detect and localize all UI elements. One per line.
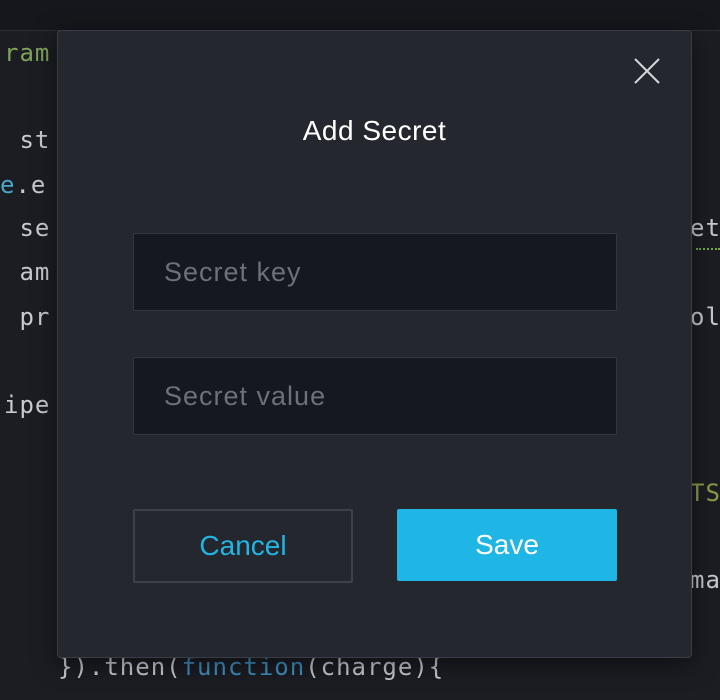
close-icon [634, 58, 660, 84]
code-fragment: e.e [0, 170, 46, 200]
save-button[interactable]: Save [397, 509, 617, 581]
code-fragment: et [690, 214, 720, 242]
editor-topbar [0, 0, 720, 31]
code-fragment: st [4, 126, 51, 154]
lint-warning-squiggle [696, 242, 720, 250]
code-fragment: pr [4, 303, 51, 331]
code-fragment: ipe [4, 391, 51, 419]
editor-background: ram st e.e se am pr ipe et ol TS ma }).t… [0, 0, 720, 700]
add-secret-dialog: Add Secret Cancel Save [57, 30, 692, 658]
dialog-title: Add Secret [302, 115, 447, 146]
secret-key-input[interactable] [133, 233, 617, 311]
cancel-button[interactable]: Cancel [133, 509, 353, 583]
code-token: .e [15, 171, 47, 199]
code-fragment: ma [690, 566, 720, 594]
secret-value-input[interactable] [133, 357, 617, 435]
code-fragment: TS [690, 479, 720, 507]
code-fragment: se [4, 214, 51, 242]
code-fragment: am [4, 258, 51, 286]
code-fragment: ol [690, 303, 720, 331]
code-fragment: ram [4, 39, 51, 67]
close-button[interactable] [631, 55, 663, 87]
code-token: e [0, 171, 16, 199]
